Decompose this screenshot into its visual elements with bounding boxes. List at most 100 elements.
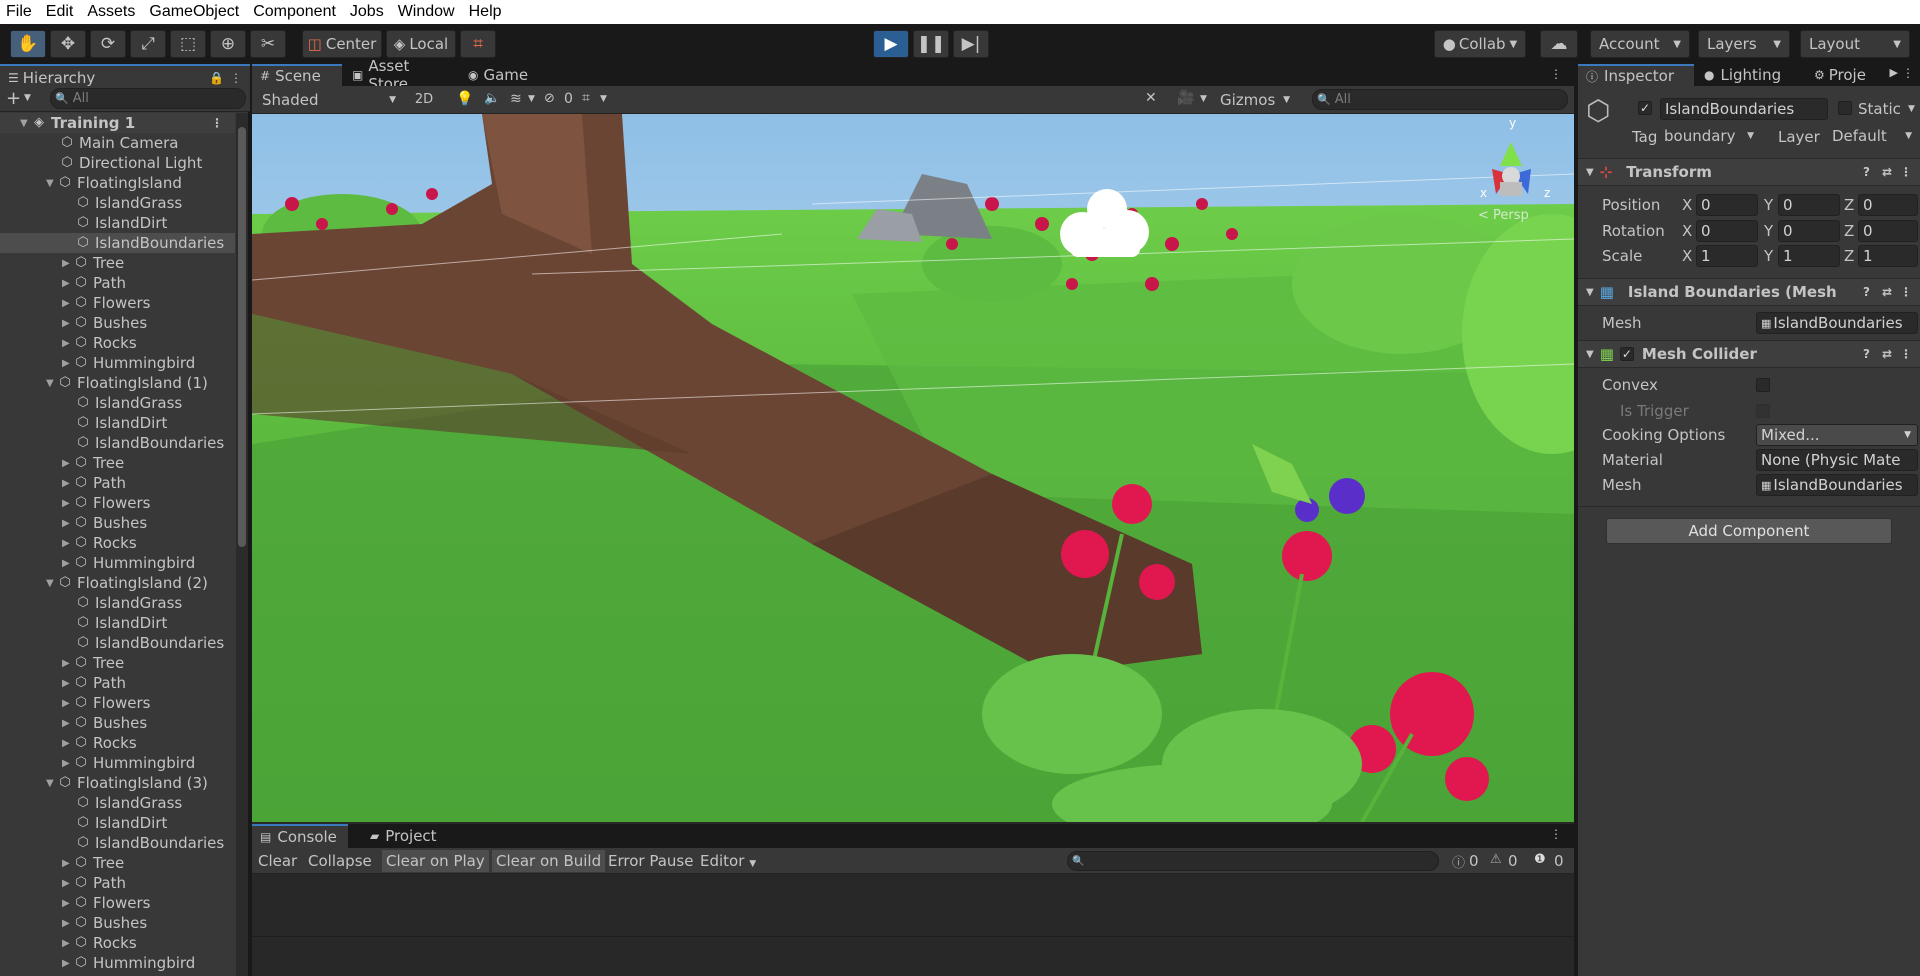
foldout-collapsed-icon[interactable]: ▶ (62, 518, 74, 529)
custom-tool-button[interactable]: ✂ (250, 30, 286, 58)
foldout-collapsed-icon[interactable]: ▶ (62, 958, 74, 969)
foldout-collapsed-icon[interactable]: ▶ (62, 898, 74, 909)
layout-dropdown[interactable]: Layout ▼ (1800, 30, 1910, 58)
hierarchy-row[interactable]: ▶ ⬡ Tree (0, 453, 235, 473)
play-button[interactable]: ▶ (873, 30, 909, 58)
menu-help[interactable]: Help (463, 3, 510, 21)
pause-button[interactable]: ❚❚ (913, 30, 949, 58)
pivot-center-button[interactable]: ◫ Center (302, 30, 382, 58)
hierarchy-row[interactable]: ⬡ IslandBoundaries (0, 633, 235, 653)
foldout-collapsed-icon[interactable]: ▶ (62, 478, 74, 489)
move-tool-button[interactable]: ✥ (50, 30, 86, 58)
hierarchy-row[interactable]: ▼ ⬡ FloatingIsland (0, 173, 235, 193)
kebab-menu-icon[interactable]: ⋮ (1900, 347, 1912, 361)
hierarchy-row[interactable]: ⬡ IslandBoundaries (0, 833, 235, 853)
scrollbar-thumb[interactable] (238, 127, 246, 547)
foldout-expanded-icon[interactable]: ▼ (46, 578, 58, 589)
chevron-down-icon[interactable]: ▼ (1200, 94, 1207, 104)
hierarchy-row[interactable]: ⬡ IslandGrass (0, 793, 235, 813)
menu-jobs[interactable]: Jobs (344, 3, 392, 21)
hierarchy-row[interactable]: ▶ ⬡ Hummingbird (0, 953, 235, 973)
persp-label[interactable]: < Persp (1478, 208, 1529, 223)
tab-lighting[interactable]: ● Lighting (1696, 64, 1802, 86)
foldout-expanded-icon[interactable]: ▼ (20, 118, 32, 129)
clear-on-play-toggle[interactable]: Clear on Play (382, 850, 489, 872)
menu-edit[interactable]: Edit (40, 3, 82, 21)
foldout-collapsed-icon[interactable]: ▶ (62, 538, 74, 549)
hierarchy-row[interactable]: ▶ ⬡ Tree (0, 653, 235, 673)
light-icon[interactable]: 💡 (456, 91, 473, 107)
console-search-input[interactable]: 🔍 (1067, 851, 1439, 871)
foldout-collapsed-icon[interactable]: ▶ (62, 458, 74, 469)
collab-button[interactable]: ● Collab ▼ (1434, 30, 1526, 58)
hidden-objects-icon[interactable]: ⊘ (544, 91, 555, 106)
camera-icon[interactable]: 🎥 (1177, 90, 1194, 106)
mesh-collider-header[interactable]: ▼ ▦ ✓ Mesh Collider ? ⇄ ⋮ (1578, 340, 1920, 368)
hierarchy-row[interactable]: ⬡ IslandDirt (0, 213, 235, 233)
menu-file[interactable]: File (0, 3, 40, 21)
pivot-space-button[interactable]: ◈ Local (386, 30, 456, 58)
tab-game[interactable]: ◉ Game (460, 64, 540, 86)
hierarchy-row[interactable]: ▶ ⬡ Bushes (0, 313, 235, 333)
hierarchy-row[interactable]: ⬡ Main Camera (0, 133, 235, 153)
mode-2d-toggle[interactable]: 2D (406, 89, 442, 111)
convex-checkbox[interactable] (1756, 378, 1770, 392)
clear-on-build-toggle[interactable]: Clear on Build (492, 850, 606, 872)
hierarchy-row[interactable]: ▶ ⬡ Flowers (0, 493, 235, 513)
static-checkbox[interactable] (1838, 101, 1852, 115)
foldout-expanded-icon[interactable]: ▼ (46, 178, 58, 189)
hierarchy-row[interactable]: ⬡ IslandBoundaries (0, 233, 235, 253)
error-icon[interactable]: ❶ (1534, 852, 1546, 867)
editor-dropdown[interactable]: Editor ▼ (700, 852, 756, 870)
tab-asset-store[interactable]: ▣ Asset Store (344, 57, 456, 93)
scale-y-field[interactable]: 1 (1778, 245, 1840, 267)
cooking-options-dropdown[interactable]: Mixed... ▼ (1756, 424, 1918, 446)
hierarchy-row[interactable]: ▶ ⬡ Tree (0, 253, 235, 273)
hierarchy-row[interactable]: ▶ ⬡ Path (0, 273, 235, 293)
hierarchy-row[interactable]: ⬡ IslandGrass (0, 393, 235, 413)
hierarchy-row[interactable]: ▶ ⬡ Rocks (0, 733, 235, 753)
shading-mode-dropdown[interactable]: Shaded ▼ (256, 89, 402, 111)
tab-project[interactable]: ▰ Project (362, 824, 458, 848)
hierarchy-row[interactable]: ▼ ⬡ FloatingIsland (2) (0, 573, 235, 593)
menu-window[interactable]: Window (392, 3, 463, 21)
hierarchy-row[interactable]: ▶ ⬡ Hummingbird (0, 753, 235, 773)
hierarchy-scrollbar[interactable] (236, 113, 248, 976)
collapse-button[interactable]: Collapse (308, 852, 372, 870)
scene-viewport[interactable]: y x z < Persp (252, 114, 1574, 822)
account-dropdown[interactable]: Account ▼ (1590, 30, 1690, 58)
foldout-collapsed-icon[interactable]: ▶ (62, 878, 74, 889)
foldout-collapsed-icon[interactable]: ▶ (62, 738, 74, 749)
rotation-x-field[interactable]: 0 (1696, 220, 1758, 242)
foldout-collapsed-icon[interactable]: ▶ (62, 338, 74, 349)
help-icon[interactable]: ? (1863, 285, 1870, 299)
scale-z-field[interactable]: 1 (1858, 245, 1918, 267)
hierarchy-row[interactable]: ▶ ⬡ Bushes (0, 913, 235, 933)
material-field[interactable]: None (Physic Mate (1756, 449, 1918, 471)
hierarchy-row[interactable]: ▶ ⬡ Flowers (0, 293, 235, 313)
mesh-collider-enabled-checkbox[interactable]: ✓ (1619, 347, 1634, 361)
step-button[interactable]: ▶| (953, 30, 989, 58)
scale-x-field[interactable]: 1 (1696, 245, 1758, 267)
presets-icon[interactable]: ⇄ (1882, 347, 1892, 361)
rotation-z-field[interactable]: 0 (1858, 220, 1918, 242)
hierarchy-row[interactable]: ⬡ IslandDirt (0, 413, 235, 433)
hierarchy-row[interactable]: ⬡ IslandGrass (0, 593, 235, 613)
layers-dropdown[interactable]: Layers ▼ (1698, 30, 1790, 58)
hierarchy-row[interactable]: ▼ ⬡ FloatingIsland (1) (0, 373, 235, 393)
hierarchy-row[interactable]: ▶ ⬡ Path (0, 873, 235, 893)
foldout-collapsed-icon[interactable]: ▶ (62, 678, 74, 689)
help-icon[interactable]: ? (1863, 347, 1870, 361)
transform-tool-button[interactable]: ⊕ (210, 30, 246, 58)
foldout-collapsed-icon[interactable]: ▶ (62, 658, 74, 669)
kebab-menu-icon[interactable]: ⋮ (1902, 66, 1914, 80)
presets-icon[interactable]: ⇄ (1882, 165, 1892, 179)
hierarchy-row[interactable]: ▶ ⬡ Rocks (0, 533, 235, 553)
chevron-right-icon[interactable]: ▶ (1890, 66, 1898, 79)
kebab-menu-icon[interactable]: ⋮ (230, 71, 242, 85)
scene-search-input[interactable]: 🔍 All (1312, 89, 1568, 110)
audio-icon[interactable]: 🔈 (484, 91, 500, 106)
foldout-collapsed-icon[interactable]: ▶ (62, 938, 74, 949)
foldout-collapsed-icon[interactable]: ▶ (62, 258, 74, 269)
hierarchy-row[interactable]: ▼ ◈ Training 1 ⋮ (0, 113, 235, 133)
